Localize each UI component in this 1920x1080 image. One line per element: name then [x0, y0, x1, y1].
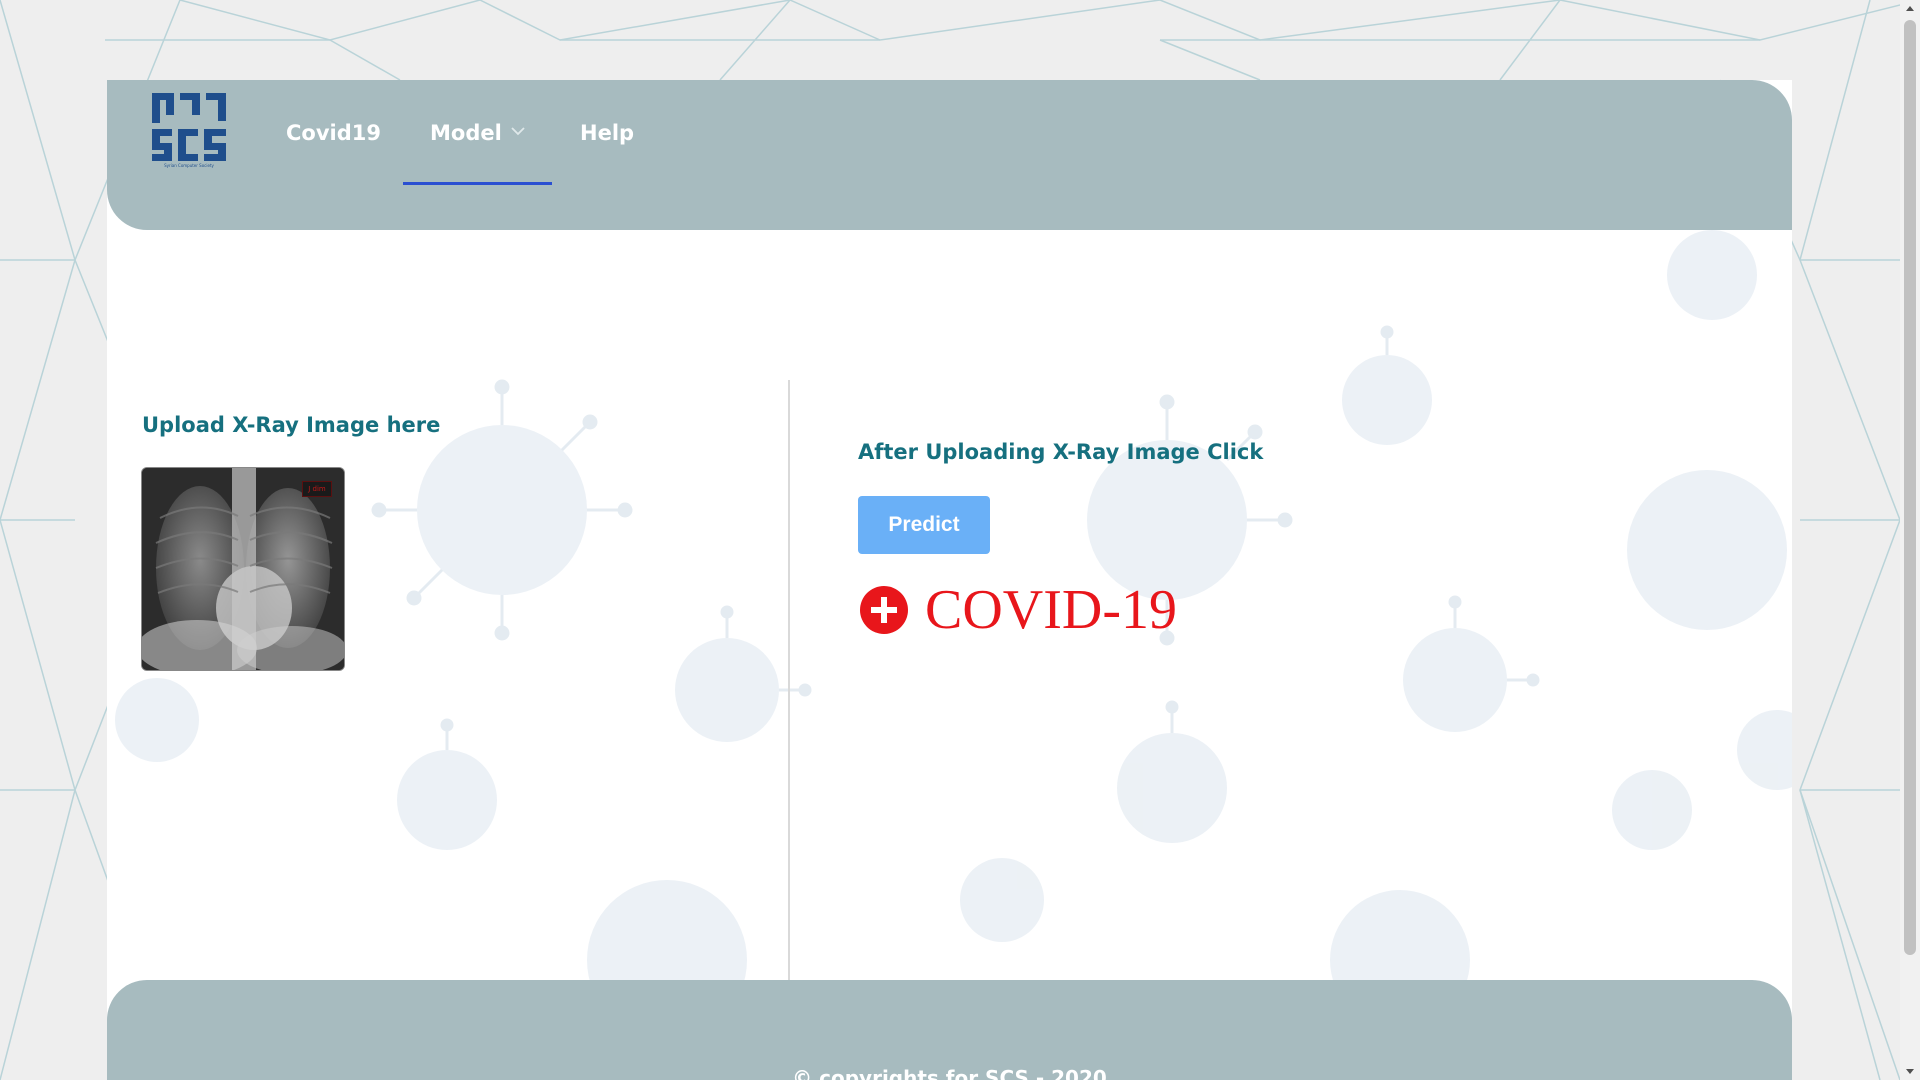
- upload-title: Upload X-Ray Image here: [142, 413, 441, 437]
- scroll-up-icon[interactable]: [1900, 0, 1920, 18]
- nav-covid19[interactable]: Covid19: [286, 115, 381, 185]
- scrollbar-thumb[interactable]: [1904, 20, 1916, 955]
- vertical-scrollbar[interactable]: [1900, 0, 1920, 1080]
- xray-chest-image: [142, 468, 344, 670]
- nav-help-label: Help: [580, 121, 635, 145]
- nav-covid19-label: Covid19: [286, 121, 381, 145]
- scs-logo-mark: [152, 93, 226, 161]
- header-bar: Syrian Computer Society Covid19 Model He…: [107, 80, 1792, 230]
- scs-logo[interactable]: Syrian Computer Society: [152, 93, 226, 173]
- scroll-down-icon[interactable]: [1900, 1062, 1920, 1080]
- copyright-text: © copyrights for SCS - 2020: [792, 1066, 1107, 1080]
- logo-subtitle: Syrian Computer Society: [164, 163, 214, 168]
- result-label: COVID-19: [925, 579, 1177, 641]
- column-divider: [788, 380, 790, 980]
- plus-circle-icon: [860, 586, 908, 634]
- predict-button[interactable]: Predict: [858, 496, 990, 554]
- predict-title: After Uploading X-Ray Image Click: [858, 440, 1264, 464]
- nav-model-label: Model: [430, 121, 502, 145]
- xray-preview-image[interactable]: J dim: [142, 468, 344, 670]
- footer-bar: © copyrights for SCS - 2020: [107, 980, 1792, 1080]
- xray-tag: J dim: [302, 481, 332, 497]
- nav-model[interactable]: Model: [403, 115, 552, 185]
- main-card: Syrian Computer Society Covid19 Model He…: [107, 80, 1792, 1080]
- chevron-down-icon: [511, 127, 525, 136]
- nav-help[interactable]: Help: [580, 115, 634, 185]
